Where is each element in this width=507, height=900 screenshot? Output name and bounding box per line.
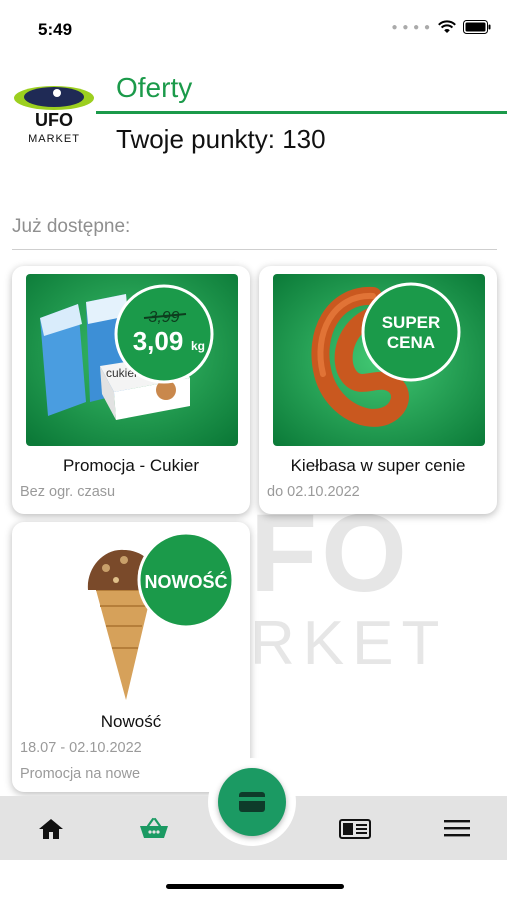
price-unit: kg bbox=[191, 339, 205, 353]
offer-title: Promocja - Cukier bbox=[62, 456, 200, 475]
logo-graphic: UFO MARKET bbox=[14, 86, 94, 145]
loyalty-card-button[interactable] bbox=[218, 768, 286, 836]
menu-icon bbox=[444, 820, 470, 837]
title-divider bbox=[96, 111, 507, 114]
badge-text: NOWOŚĆ bbox=[145, 571, 228, 592]
offer-description: Promocja na nowe bbox=[20, 766, 141, 782]
offer-validity: Bez ogr. czasu bbox=[20, 484, 116, 500]
new-price: 3,09 bbox=[133, 326, 184, 356]
wifi-icon bbox=[438, 20, 456, 33]
nav-menu[interactable] bbox=[444, 818, 470, 843]
super-cena-badge: SUPER CENA bbox=[361, 282, 461, 382]
ice-cream-image: NOWOŚĆ bbox=[26, 528, 238, 700]
card-icon bbox=[239, 792, 265, 812]
section-divider bbox=[12, 249, 497, 250]
price-badge: 3,99 3,09 kg bbox=[114, 284, 214, 384]
sausage-image: SUPER CENA bbox=[273, 274, 485, 446]
offer-title: Nowość bbox=[100, 712, 162, 731]
nav-offers[interactable] bbox=[138, 816, 170, 845]
nav-newspaper[interactable] bbox=[339, 818, 371, 845]
offer-title: Kiełbasa w super cenie bbox=[290, 456, 466, 475]
ufo-market-logo: UFO MARKET bbox=[12, 80, 96, 146]
basket-icon bbox=[140, 817, 168, 838]
page-title: Oferty bbox=[116, 72, 193, 103]
offer-validity: 18.07 - 02.10.2022 bbox=[20, 740, 142, 756]
offer-card-cukier[interactable]: cukier 3,99 3,09 kg Promocja - Cukier Be… bbox=[12, 266, 250, 514]
points-label: Twoje punkty: 130 bbox=[116, 124, 326, 154]
header: UFO MARKET Oferty Twoje punkty: 130 bbox=[0, 60, 507, 170]
section-label: Już dostępne: bbox=[12, 216, 131, 237]
logo-brand-bottom: MARKET bbox=[28, 133, 80, 145]
logo-brand-top: UFO bbox=[35, 110, 73, 130]
status-icons: ● ● ● ● bbox=[392, 20, 492, 34]
offer-card-kielbasa[interactable]: SUPER CENA Kiełbasa w super cenie do 02.… bbox=[259, 266, 497, 514]
nav-home[interactable] bbox=[38, 818, 64, 845]
badge-line2: CENA bbox=[387, 333, 435, 352]
newspaper-icon bbox=[339, 819, 371, 839]
watermark-line2: RKET bbox=[250, 609, 448, 678]
offer-validity: do 02.10.2022 bbox=[267, 484, 360, 500]
home-icon bbox=[39, 819, 63, 839]
sugar-image: cukier 3,99 3,09 kg bbox=[26, 274, 238, 446]
offer-card-nowosc[interactable]: NOWOŚĆ Nowość 18.07 - 02.10.2022 Promocj… bbox=[12, 522, 250, 792]
signal-icon: ● ● ● ● bbox=[391, 21, 431, 33]
status-time: 5:49 bbox=[38, 20, 73, 39]
battery-icon bbox=[463, 20, 491, 34]
badge-line1: SUPER bbox=[382, 313, 441, 332]
nowosc-badge: NOWOŚĆ bbox=[137, 531, 235, 629]
status-bar: 5:49 ● ● ● ● bbox=[0, 0, 507, 52]
home-indicator bbox=[166, 884, 344, 889]
